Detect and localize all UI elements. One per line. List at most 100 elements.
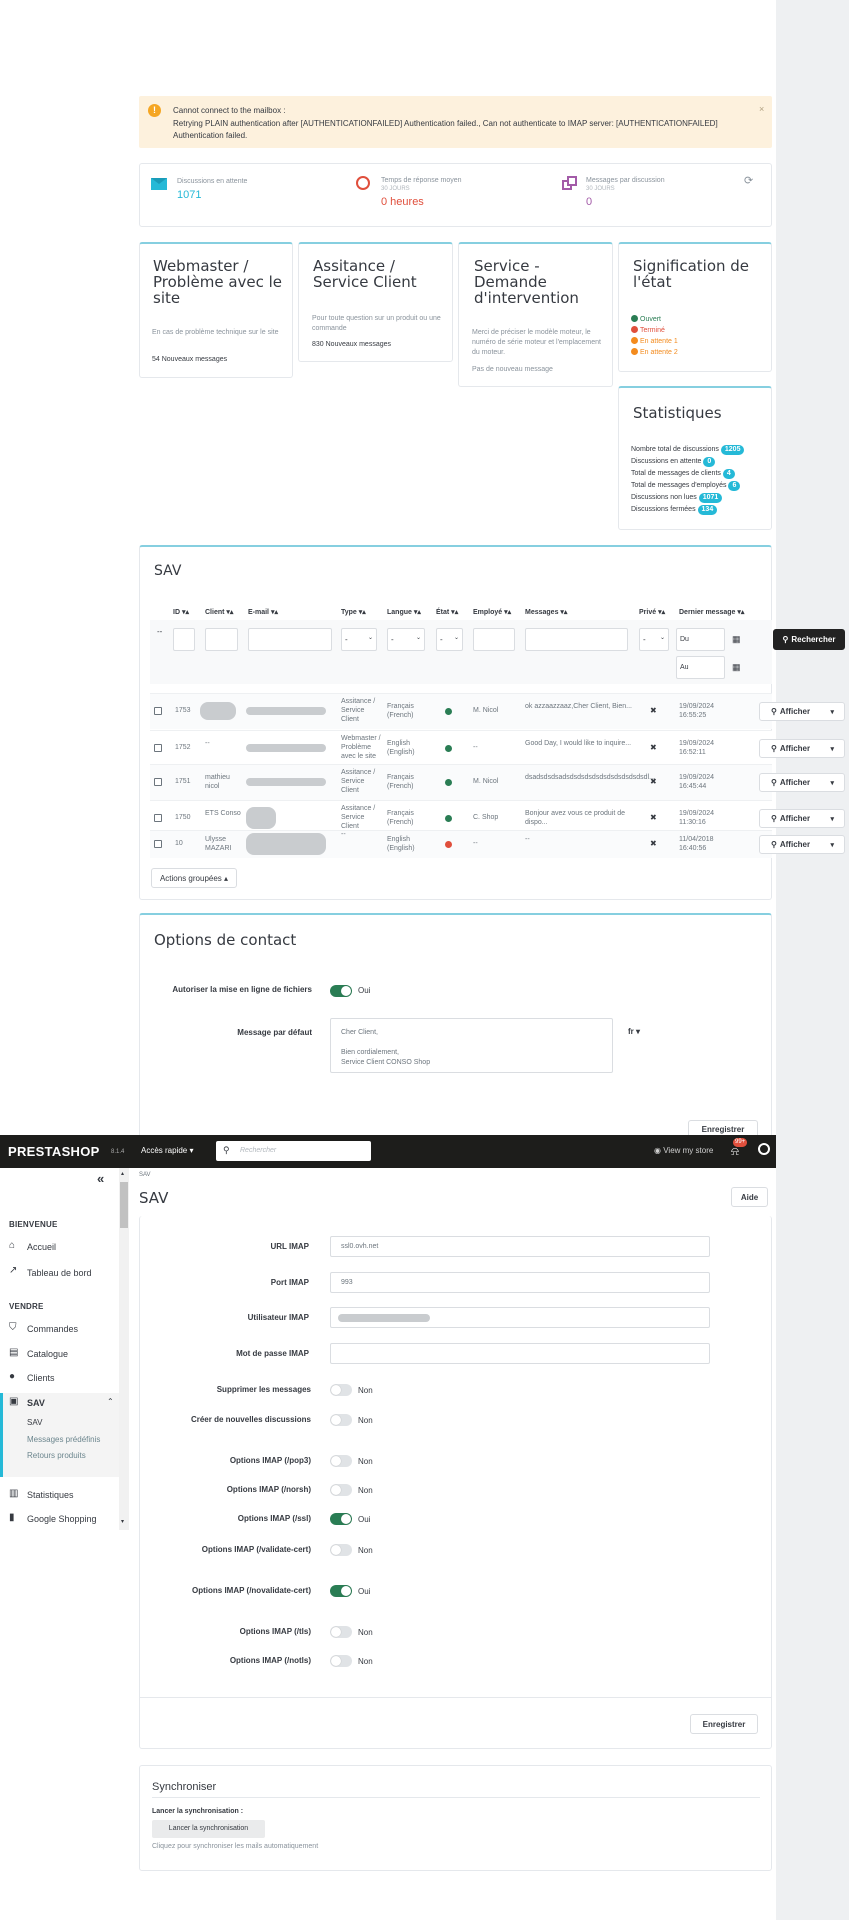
row-checkbox[interactable] xyxy=(154,840,162,848)
imap-toggle-label: Options IMAP (/norsh) xyxy=(226,1485,311,1494)
filter-etat-select[interactable]: - ⌄ xyxy=(436,628,463,651)
help-button[interactable]: Aide xyxy=(731,1187,768,1207)
view-button[interactable]: ⚲ Afficher ▾ xyxy=(759,739,845,758)
row-date: 19/09/2024 16:55:25 xyxy=(679,703,715,719)
imap-toggle-label: Options IMAP (/validate-cert) xyxy=(201,1545,311,1554)
sav-table-title: SAV xyxy=(154,563,182,579)
calendar-icon[interactable]: ▦ xyxy=(732,634,741,645)
row-checkbox[interactable] xyxy=(154,814,162,822)
imap-toggle-label: Options IMAP (/novalidate-cert) xyxy=(192,1586,311,1595)
imap-field-input[interactable]: ssl0.ovh.net xyxy=(330,1236,710,1257)
filter-prive-select[interactable]: - ⌄ xyxy=(639,628,669,651)
row-checkbox[interactable] xyxy=(154,778,162,786)
search-button[interactable]: ⚲ Rechercher xyxy=(773,629,845,650)
row-checkbox[interactable] xyxy=(154,744,162,752)
row-checkbox[interactable] xyxy=(154,707,162,715)
close-icon[interactable]: × xyxy=(759,104,764,114)
col-id[interactable]: ID ▾▴ xyxy=(173,608,189,616)
breadcrumb[interactable]: SAV xyxy=(139,1172,151,1178)
caret-down-icon[interactable]: ▾ xyxy=(830,779,834,787)
view-button[interactable]: ⚲ Afficher ▾ xyxy=(759,702,845,721)
default-message-textarea[interactable]: Cher Client, Bien cordialement, Service … xyxy=(330,1018,613,1073)
row-employe: M. Nicol xyxy=(473,778,499,785)
sidebar-item-sav-active[interactable]: ▣ SAV ⌃ SAV Messages prédéfinis Retours … xyxy=(0,1393,119,1477)
chevron-up-icon[interactable]: ⌃ xyxy=(107,1397,114,1406)
search-input[interactable]: ⚲ Rechercher xyxy=(216,1141,371,1161)
imap-toggle-switch[interactable] xyxy=(330,1455,352,1467)
collapse-sidebar-icon[interactable]: « xyxy=(97,1171,104,1186)
zoom-icon: ⚲ xyxy=(771,707,777,716)
calendar-icon[interactable]: ▦ xyxy=(732,662,741,673)
view-button[interactable]: ⚲ Afficher ▾ xyxy=(759,809,845,828)
imap-toggle-switch[interactable] xyxy=(330,1626,352,1638)
view-button[interactable]: ⚲ Afficher ▾ xyxy=(759,773,845,792)
legend-title: Signification de l'état xyxy=(633,257,750,291)
imap-field-input[interactable]: 993 xyxy=(330,1272,710,1293)
upload-toggle[interactable] xyxy=(330,985,352,997)
filter-langue-select[interactable]: - ⌄ xyxy=(387,628,425,651)
imap-toggle-switch[interactable] xyxy=(330,1414,352,1426)
imap-toggle-switch[interactable] xyxy=(330,1585,352,1597)
col-etat[interactable]: État ▾▴ xyxy=(436,608,458,616)
col-langue[interactable]: Langue ▾▴ xyxy=(387,608,421,616)
quick-access-dropdown[interactable]: Accès rapide ▾ xyxy=(141,1146,194,1155)
filter-date-from[interactable]: Du xyxy=(676,628,725,651)
col-email[interactable]: E-mail ▾▴ xyxy=(248,608,278,616)
filter-date-to[interactable]: Au xyxy=(676,656,725,679)
col-employe[interactable]: Employé ▾▴ xyxy=(473,608,511,616)
contact-card-intervention: Service - Demande d'intervention Merci d… xyxy=(458,242,613,387)
refresh-icon[interactable]: ⟳ xyxy=(744,174,753,187)
col-dernier-message[interactable]: Dernier message ▾▴ xyxy=(679,608,744,616)
imap-toggle-switch[interactable] xyxy=(330,1484,352,1496)
caret-down-icon[interactable]: ▾ xyxy=(830,745,834,753)
caret-down-icon[interactable]: ▾ xyxy=(830,841,834,849)
imap-toggle-switch[interactable] xyxy=(330,1544,352,1556)
logo[interactable]: PRESTASHOP xyxy=(8,1144,100,1159)
sidebar-subitem-messages-predefinis[interactable]: Messages prédéfinis xyxy=(27,1435,100,1444)
sidebar-item-tableau-de-bord[interactable]: Tableau de bord xyxy=(27,1268,92,1278)
sync-button[interactable]: Lancer la synchronisation xyxy=(152,1820,265,1838)
sidebar-scrollbar[interactable]: ▴ ▾ xyxy=(119,1168,129,1530)
sidebar-item-clients[interactable]: Clients xyxy=(27,1373,55,1383)
version-label: 8.1.4 xyxy=(111,1149,125,1155)
filter-type-select[interactable]: - ⌄ xyxy=(341,628,377,651)
zoom-icon: ⚲ xyxy=(771,840,777,849)
col-client[interactable]: Client ▾▴ xyxy=(205,608,233,616)
sidebar-item-statistiques[interactable]: Statistiques xyxy=(27,1490,74,1500)
basket-icon: ⛉ xyxy=(9,1322,17,1333)
imap-save-button[interactable]: Enregistrer xyxy=(690,1714,758,1734)
col-messages[interactable]: Messages ▾▴ xyxy=(525,608,567,616)
col-prive[interactable]: Privé ▾▴ xyxy=(639,608,665,616)
caret-down-icon[interactable]: ▾ xyxy=(830,815,834,823)
filter-client-input[interactable] xyxy=(205,628,238,651)
bulk-actions-button[interactable]: Actions groupées ▴ xyxy=(151,868,237,888)
imap-toggle-switch[interactable] xyxy=(330,1655,352,1667)
row-id: 1752 xyxy=(175,744,191,751)
account-icon[interactable] xyxy=(758,1143,770,1155)
sidebar-item-catalogue[interactable]: Catalogue xyxy=(27,1349,68,1359)
col-type[interactable]: Type ▾▴ xyxy=(341,608,366,616)
row-date: 19/09/2024 16:52:11 xyxy=(679,740,715,756)
stats-row: Discussions fermées 134 xyxy=(631,504,744,516)
imap-toggle-switch[interactable] xyxy=(330,1513,352,1525)
imap-toggle-switch[interactable] xyxy=(330,1384,352,1396)
view-button[interactable]: ⚲ Afficher ▾ xyxy=(759,835,845,854)
view-store-link[interactable]: ◉ View my store xyxy=(654,1146,713,1155)
filter-messages-input[interactable] xyxy=(525,628,628,651)
caret-down-icon[interactable]: ▾ xyxy=(830,708,834,716)
row-client: -- xyxy=(205,740,210,747)
filter-id-input[interactable] xyxy=(173,628,195,651)
filter-email-input[interactable] xyxy=(248,628,332,651)
kpi-sub-response: 30 JOURS xyxy=(381,186,410,192)
sidebar-item-accueil[interactable]: Accueil xyxy=(27,1242,56,1252)
sidebar-subitem-sav[interactable]: SAV xyxy=(27,1418,42,1427)
sidebar-item-sav[interactable]: SAV xyxy=(27,1398,45,1408)
filter-employe-input[interactable] xyxy=(473,628,515,651)
upload-label: Autoriser la mise en ligne de fichiers xyxy=(172,985,312,994)
row-message: -- xyxy=(525,836,530,843)
sidebar-subitem-retours-produits[interactable]: Retours produits xyxy=(27,1451,86,1460)
language-dropdown[interactable]: fr ▾ xyxy=(628,1027,640,1036)
sidebar-item-google-shopping[interactable]: Google Shopping xyxy=(27,1514,97,1524)
imap-field-input[interactable] xyxy=(330,1343,710,1364)
sidebar-item-commandes[interactable]: Commandes xyxy=(27,1324,78,1334)
